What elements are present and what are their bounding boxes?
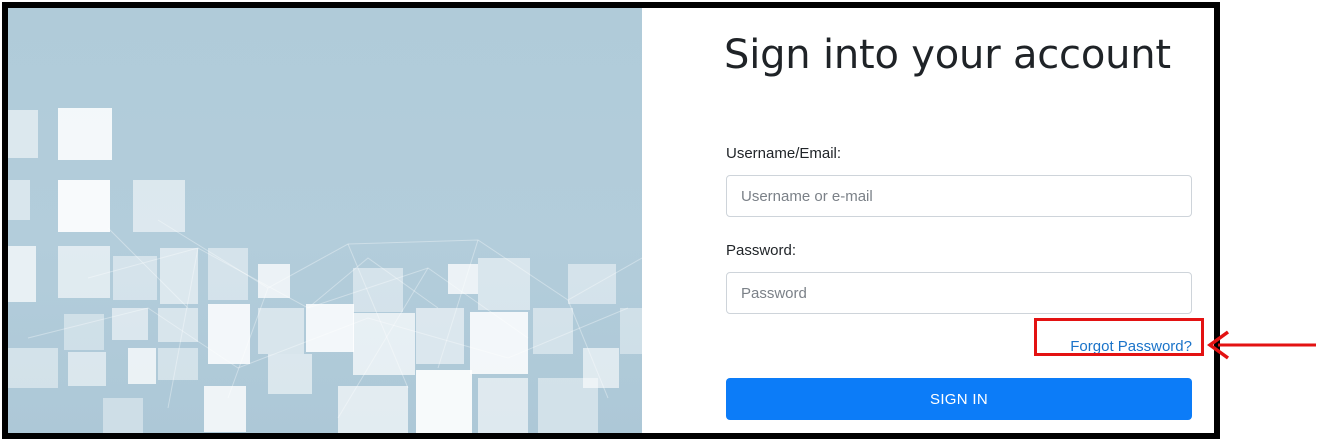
username-input[interactable]	[726, 175, 1192, 217]
username-label: Username/Email:	[726, 145, 842, 162]
hero-image	[8, 8, 642, 433]
password-label: Password:	[726, 242, 797, 259]
arrow-left-icon	[1207, 330, 1316, 360]
login-panel: Sign into your account Username/Email: P…	[642, 8, 1214, 433]
password-input[interactable]	[726, 272, 1192, 314]
page-title: Sign into your account	[724, 32, 1171, 78]
forgot-password-link[interactable]: Forgot Password?	[1070, 338, 1192, 355]
abstract-squares-graphic	[8, 108, 642, 433]
screenshot-frame: Sign into your account Username/Email: P…	[2, 2, 1220, 439]
sign-in-button[interactable]: SIGN IN	[726, 378, 1192, 420]
